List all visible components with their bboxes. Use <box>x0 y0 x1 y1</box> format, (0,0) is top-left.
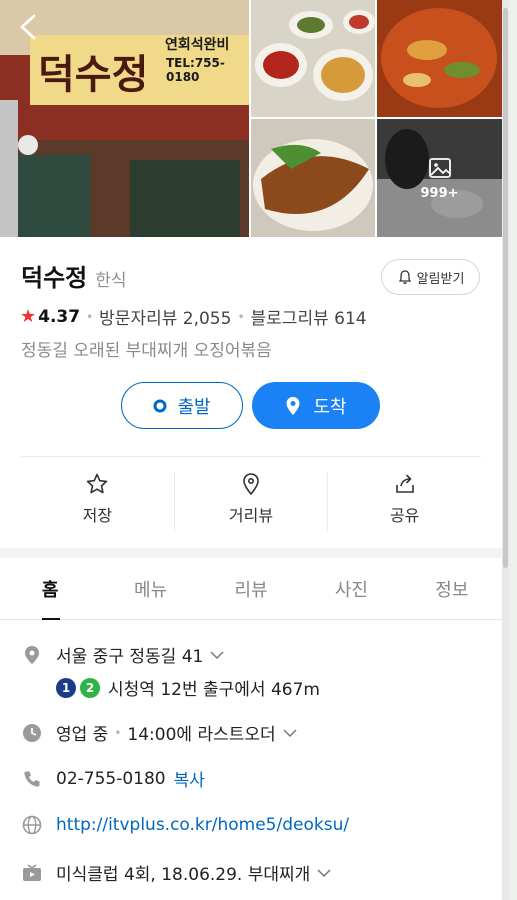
tab-menu[interactable]: 메뉴 <box>100 558 200 619</box>
tab-home[interactable]: 홈 <box>0 558 100 620</box>
place-category: 한식 <box>95 271 127 291</box>
rating-row: ★ 4.37 • 방문자리뷰 2,055 • 블로그리뷰 614 <box>20 304 367 329</box>
hours-status: 영업 중 <box>56 725 109 745</box>
clock-icon <box>22 723 42 743</box>
website-link[interactable]: http://itvplus.co.kr/home5/deoksu/ <box>56 815 349 835</box>
place-description: 정동길 오래된 부대찌개 오징어볶음 <box>21 341 272 361</box>
sign-subtitle: 연회석완비 <box>165 37 230 53</box>
image-icon <box>428 157 451 178</box>
alarm-label: 알림받기 <box>416 271 465 287</box>
street-view-label: 거리뷰 <box>228 506 274 525</box>
more-photos-count: 999+ <box>420 185 459 201</box>
section-gap <box>0 548 502 558</box>
sign-name: 덕수정 <box>38 51 149 98</box>
website-row: http://itvplus.co.kr/home5/deoksu/ <box>22 815 492 835</box>
map-edge[interactable] <box>509 0 517 900</box>
tv-info-row[interactable]: 미식클럽 4회, 18.06.29. 부대찌개 <box>22 860 492 885</box>
subway-line-badge: 2 <box>80 677 100 698</box>
share-icon <box>395 474 414 493</box>
chevron-down-icon[interactable] <box>316 863 332 883</box>
subway-text: 시청역 12번 출구에서 467m <box>108 680 320 700</box>
food-photo-side-dishes[interactable] <box>251 0 375 117</box>
chevron-down-icon[interactable] <box>209 645 225 665</box>
action-bar: 저장 거리뷰 공유 <box>21 470 481 534</box>
copy-phone-link[interactable]: 복사 <box>174 766 205 791</box>
tab-reviews[interactable]: 리뷰 <box>201 558 301 619</box>
place-name: 덕수정 <box>21 264 88 292</box>
arrive-button[interactable]: 도착 <box>252 382 380 429</box>
star-icon: ★ <box>20 306 37 327</box>
scroll-thumb[interactable] <box>503 8 508 568</box>
share-button[interactable]: 공유 <box>328 470 481 534</box>
storefront-photo[interactable]: 덕수정 연회석완비 TEL:755-0180 <box>0 0 249 237</box>
tv-info-text: 미식클럽 4회, 18.06.29. 부대찌개 <box>56 865 311 885</box>
rating-value: 4.37 <box>38 306 81 327</box>
alarm-button[interactable]: 알림받기 <box>381 259 480 295</box>
bell-icon <box>398 270 411 284</box>
chevron-down-icon[interactable] <box>282 723 298 743</box>
save-button[interactable]: 저장 <box>21 470 174 534</box>
place-detail-panel: 덕수정 연회석완비 TEL:755-0180 999+ 덕수정 한식 알림받기 … <box>0 0 502 900</box>
street-view-button[interactable]: 거리뷰 <box>175 470 328 534</box>
location-pin-icon <box>286 396 300 415</box>
address-row[interactable]: 서울 중구 정동길 41 <box>22 642 492 667</box>
tab-info[interactable]: 정보 <box>402 558 502 619</box>
photo-more[interactable]: 999+ <box>377 119 502 237</box>
depart-button[interactable]: 출발 <box>121 382 243 429</box>
address-text: 서울 중구 정동길 41 <box>56 647 204 667</box>
separator-dot: • <box>114 725 122 740</box>
phone-number[interactable]: 02-755-0180 <box>56 769 166 789</box>
divider <box>21 456 481 457</box>
depart-label: 출발 <box>177 396 211 418</box>
location-pin-icon <box>243 473 259 496</box>
food-photo-stew[interactable] <box>377 0 502 117</box>
tv-icon <box>22 863 42 883</box>
subway-row: 1 2 시청역 12번 출구에서 467m <box>56 675 320 700</box>
arrive-label: 도착 <box>313 396 347 418</box>
origin-dot-icon <box>153 399 167 412</box>
hours-row[interactable]: 영업 중 • 14:00에 라스트오더 <box>22 720 492 745</box>
phone-icon <box>22 769 42 789</box>
phone-row: 02-755-0180 복사 <box>22 766 492 791</box>
save-label: 저장 <box>82 506 113 525</box>
sign-phone: TEL:755-0180 <box>166 56 225 84</box>
separator-dot: • <box>237 309 245 324</box>
food-photo-grilled-fish[interactable] <box>251 119 375 237</box>
visitor-reviews-link[interactable]: 방문자리뷰 2,055 <box>99 304 231 329</box>
scrollbar[interactable] <box>502 0 509 900</box>
more-photos-overlay[interactable]: 999+ <box>377 119 502 237</box>
blog-reviews-link[interactable]: 블로그리뷰 614 <box>251 304 367 329</box>
chevron-left-icon <box>20 14 36 40</box>
map-pin-icon <box>22 645 42 665</box>
separator-dot: • <box>86 309 94 324</box>
star-outline-icon <box>87 473 108 494</box>
hours-text: 14:00에 라스트오더 <box>127 725 276 745</box>
title-row: 덕수정 한식 <box>21 258 127 293</box>
tab-bar: 홈 메뉴 리뷰 사진 정보 <box>0 558 502 620</box>
subway-line-badge: 1 <box>56 677 76 698</box>
share-label: 공유 <box>389 506 420 525</box>
photo-gallery: 덕수정 연회석완비 TEL:755-0180 999+ <box>0 0 502 237</box>
back-button[interactable] <box>14 12 44 42</box>
globe-icon <box>22 815 42 835</box>
tab-photos[interactable]: 사진 <box>301 558 401 619</box>
